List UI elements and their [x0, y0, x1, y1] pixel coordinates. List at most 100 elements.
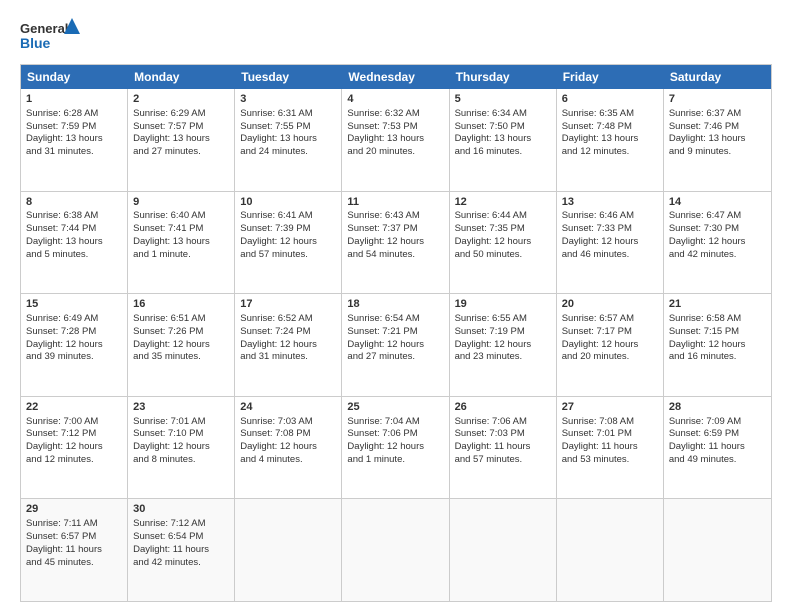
svg-text:General: General — [20, 21, 68, 36]
day-info-line: Daylight: 11 hours — [562, 441, 658, 454]
day-info-line: Sunset: 7:39 PM — [240, 223, 336, 236]
calendar-cell: 2Sunrise: 6:29 AMSunset: 7:57 PMDaylight… — [128, 89, 235, 191]
day-info-line: Daylight: 12 hours — [347, 441, 443, 454]
day-info-line: Daylight: 13 hours — [240, 133, 336, 146]
day-info-line: Sunrise: 7:06 AM — [455, 416, 551, 429]
calendar-cell: 22Sunrise: 7:00 AMSunset: 7:12 PMDayligh… — [21, 397, 128, 499]
day-info-line: and 27 minutes. — [133, 146, 229, 159]
day-info-line: Sunset: 7:26 PM — [133, 326, 229, 339]
calendar-cell: 5Sunrise: 6:34 AMSunset: 7:50 PMDaylight… — [450, 89, 557, 191]
day-number: 29 — [26, 502, 122, 517]
day-info-line: Sunrise: 6:35 AM — [562, 108, 658, 121]
day-info-line: Sunset: 7:53 PM — [347, 121, 443, 134]
calendar-cell: 23Sunrise: 7:01 AMSunset: 7:10 PMDayligh… — [128, 397, 235, 499]
day-info-line: Daylight: 13 hours — [133, 133, 229, 146]
day-info-line: Sunset: 7:24 PM — [240, 326, 336, 339]
calendar-cell: 27Sunrise: 7:08 AMSunset: 7:01 PMDayligh… — [557, 397, 664, 499]
calendar-row: 22Sunrise: 7:00 AMSunset: 7:12 PMDayligh… — [21, 396, 771, 499]
calendar-cell: 18Sunrise: 6:54 AMSunset: 7:21 PMDayligh… — [342, 294, 449, 396]
day-info-line: Sunset: 7:10 PM — [133, 428, 229, 441]
day-info-line: and 49 minutes. — [669, 454, 766, 467]
day-number: 3 — [240, 92, 336, 107]
day-number: 24 — [240, 400, 336, 415]
calendar-cell: 9Sunrise: 6:40 AMSunset: 7:41 PMDaylight… — [128, 192, 235, 294]
day-info-line: and 9 minutes. — [669, 146, 766, 159]
day-info-line: Sunset: 7:28 PM — [26, 326, 122, 339]
calendar-cell: 20Sunrise: 6:57 AMSunset: 7:17 PMDayligh… — [557, 294, 664, 396]
calendar-cell: 30Sunrise: 7:12 AMSunset: 6:54 PMDayligh… — [128, 499, 235, 601]
day-info-line: Sunset: 7:50 PM — [455, 121, 551, 134]
day-info-line: Sunset: 7:12 PM — [26, 428, 122, 441]
calendar-cell: 17Sunrise: 6:52 AMSunset: 7:24 PMDayligh… — [235, 294, 342, 396]
weekday-header: Tuesday — [235, 65, 342, 89]
day-number: 8 — [26, 195, 122, 210]
day-number: 16 — [133, 297, 229, 312]
weekday-header: Monday — [128, 65, 235, 89]
page: General Blue SundayMondayTuesdayWednesda… — [0, 0, 792, 612]
day-info-line: Daylight: 13 hours — [26, 236, 122, 249]
day-info-line: Sunrise: 6:38 AM — [26, 210, 122, 223]
calendar-cell: 16Sunrise: 6:51 AMSunset: 7:26 PMDayligh… — [128, 294, 235, 396]
day-number: 23 — [133, 400, 229, 415]
day-info-line: Daylight: 12 hours — [26, 441, 122, 454]
day-info-line: Daylight: 12 hours — [240, 339, 336, 352]
header: General Blue — [20, 16, 772, 56]
day-info-line: Sunrise: 7:08 AM — [562, 416, 658, 429]
day-info-line: Sunset: 7:15 PM — [669, 326, 766, 339]
calendar-cell: 15Sunrise: 6:49 AMSunset: 7:28 PMDayligh… — [21, 294, 128, 396]
day-info-line: Sunset: 7:33 PM — [562, 223, 658, 236]
calendar-cell: 7Sunrise: 6:37 AMSunset: 7:46 PMDaylight… — [664, 89, 771, 191]
day-info-line: Daylight: 13 hours — [455, 133, 551, 146]
day-info-line: and 23 minutes. — [455, 351, 551, 364]
day-number: 19 — [455, 297, 551, 312]
day-number: 10 — [240, 195, 336, 210]
calendar-cell: 8Sunrise: 6:38 AMSunset: 7:44 PMDaylight… — [21, 192, 128, 294]
day-info-line: Sunset: 7:37 PM — [347, 223, 443, 236]
weekday-header: Saturday — [664, 65, 771, 89]
weekday-header: Wednesday — [342, 65, 449, 89]
day-info-line: Sunrise: 6:46 AM — [562, 210, 658, 223]
day-number: 27 — [562, 400, 658, 415]
calendar-cell: 14Sunrise: 6:47 AMSunset: 7:30 PMDayligh… — [664, 192, 771, 294]
calendar-cell-empty — [235, 499, 342, 601]
day-info-line: Daylight: 12 hours — [669, 339, 766, 352]
day-info-line: Sunset: 7:57 PM — [133, 121, 229, 134]
day-info-line: Sunset: 7:21 PM — [347, 326, 443, 339]
day-info-line: Sunrise: 6:47 AM — [669, 210, 766, 223]
day-info-line: Sunset: 7:35 PM — [455, 223, 551, 236]
day-info-line: Sunrise: 6:49 AM — [26, 313, 122, 326]
day-info-line: Daylight: 12 hours — [26, 339, 122, 352]
day-number: 21 — [669, 297, 766, 312]
day-number: 9 — [133, 195, 229, 210]
day-info-line: and 12 minutes. — [26, 454, 122, 467]
day-info-line: Sunrise: 6:51 AM — [133, 313, 229, 326]
day-number: 1 — [26, 92, 122, 107]
day-info-line: and 50 minutes. — [455, 249, 551, 262]
day-number: 12 — [455, 195, 551, 210]
calendar-row: 1Sunrise: 6:28 AMSunset: 7:59 PMDaylight… — [21, 89, 771, 191]
day-info-line: Daylight: 13 hours — [26, 133, 122, 146]
calendar-header: SundayMondayTuesdayWednesdayThursdayFrid… — [21, 65, 771, 89]
day-number: 14 — [669, 195, 766, 210]
day-info-line: and 16 minutes. — [669, 351, 766, 364]
calendar-cell: 12Sunrise: 6:44 AMSunset: 7:35 PMDayligh… — [450, 192, 557, 294]
day-info-line: Daylight: 12 hours — [240, 236, 336, 249]
day-info-line: Sunset: 7:30 PM — [669, 223, 766, 236]
day-info-line: and 31 minutes. — [240, 351, 336, 364]
calendar-cell: 29Sunrise: 7:11 AMSunset: 6:57 PMDayligh… — [21, 499, 128, 601]
day-info-line: and 53 minutes. — [562, 454, 658, 467]
day-info-line: Sunrise: 7:09 AM — [669, 416, 766, 429]
day-info-line: Daylight: 12 hours — [562, 236, 658, 249]
logo-svg: General Blue — [20, 16, 80, 56]
day-info-line: and 42 minutes. — [669, 249, 766, 262]
day-info-line: Sunrise: 6:34 AM — [455, 108, 551, 121]
weekday-header: Friday — [557, 65, 664, 89]
day-info-line: Daylight: 11 hours — [26, 544, 122, 557]
day-info-line: Sunset: 7:06 PM — [347, 428, 443, 441]
day-info-line: Daylight: 13 hours — [562, 133, 658, 146]
calendar-cell: 11Sunrise: 6:43 AMSunset: 7:37 PMDayligh… — [342, 192, 449, 294]
day-number: 18 — [347, 297, 443, 312]
day-info-line: and 42 minutes. — [133, 557, 229, 570]
svg-text:Blue: Blue — [20, 35, 51, 51]
day-info-line: Sunset: 6:57 PM — [26, 531, 122, 544]
